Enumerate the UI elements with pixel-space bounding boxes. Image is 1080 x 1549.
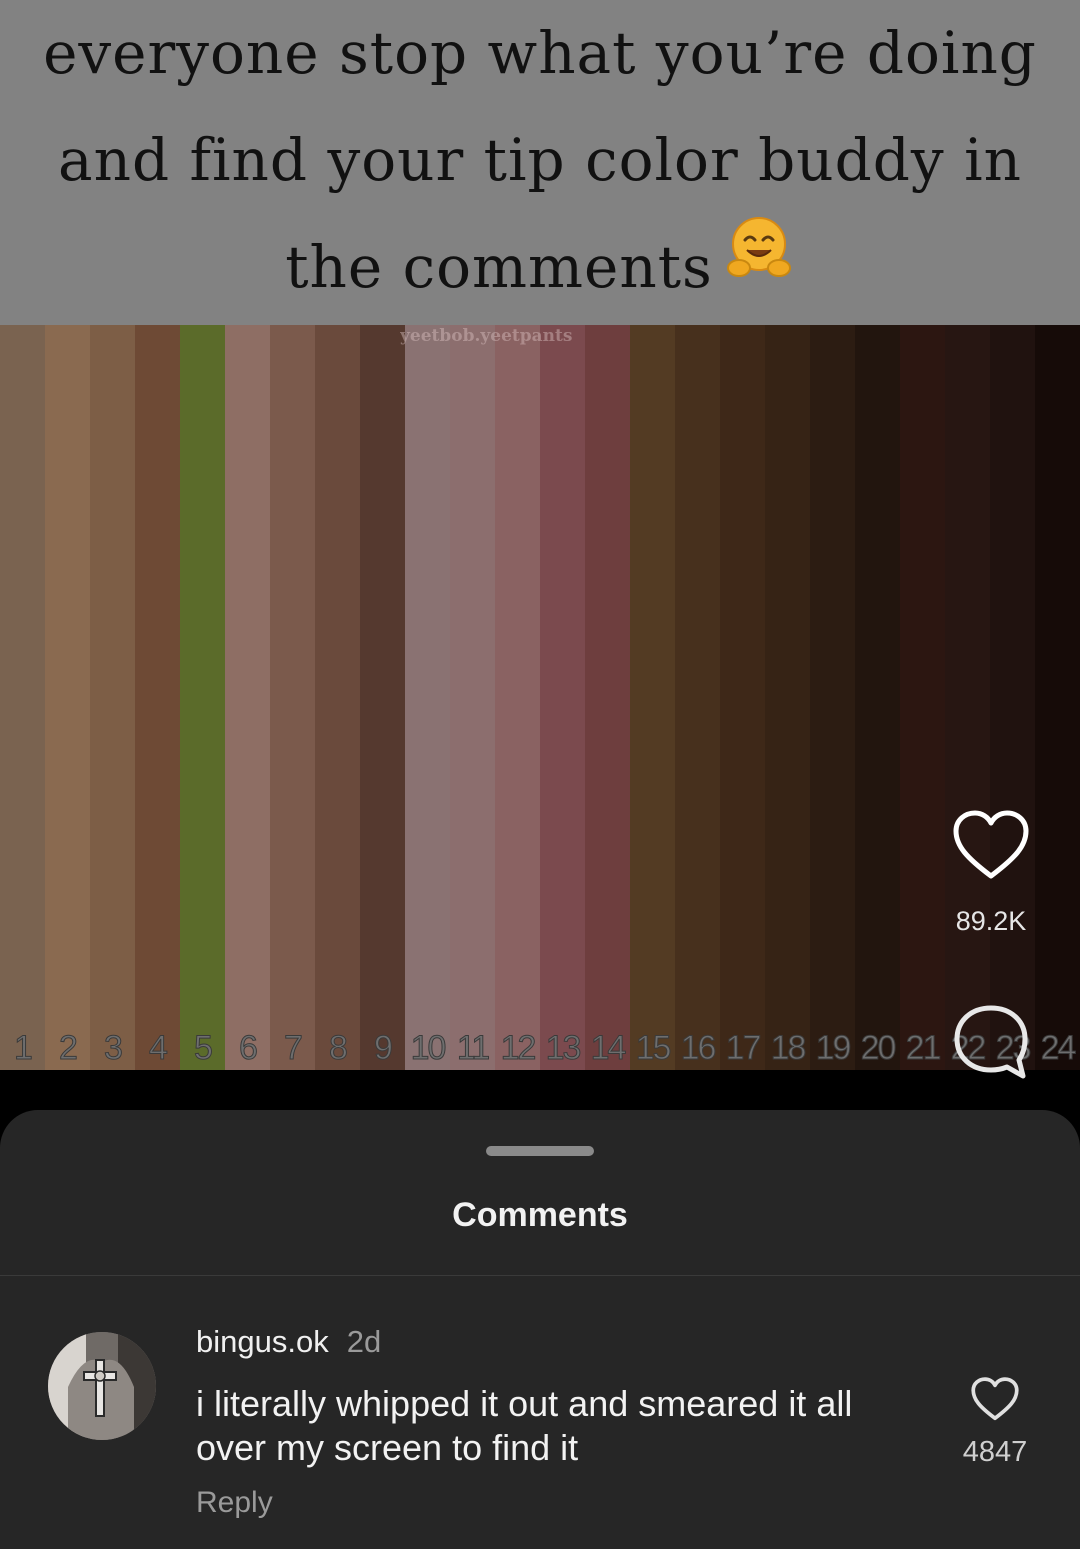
app-screen: everyone stop what you’re doing and find… [0, 0, 1080, 1549]
swatch-number: 1 [14, 1029, 34, 1068]
swatch-number: 11 [456, 1029, 490, 1068]
swatch-20: 20 [855, 325, 900, 1070]
swatch-number: 7 [284, 1029, 304, 1068]
comment-like-button[interactable]: 4847 [950, 1376, 1040, 1469]
swatch-number: 10 [410, 1029, 447, 1068]
swatch-number: 12 [500, 1029, 537, 1068]
comment-timestamp: 2d [346, 1324, 382, 1359]
post-caption: everyone stop what you’re doing and find… [40, 0, 1040, 321]
watermark: yeetbob.yeetpants [400, 326, 573, 346]
swatch-number: 3 [104, 1029, 124, 1068]
swatch-8: 8 [315, 325, 360, 1070]
caption-band: everyone stop what you’re doing and find… [0, 0, 1080, 325]
swatch-19: 19 [810, 325, 855, 1070]
swatch-number: 15 [635, 1029, 672, 1068]
comment-username[interactable]: bingus.ok [196, 1324, 329, 1359]
comment-text: i literally whipped it out and smeared i… [196, 1383, 853, 1468]
swatch-3: 3 [90, 325, 135, 1070]
swatch-15: 15 [630, 325, 675, 1070]
swatch-23: 23 [990, 325, 1035, 1070]
swatch-10: 10 [405, 325, 450, 1070]
post-image[interactable]: everyone stop what you’re doing and find… [0, 0, 1080, 1070]
heart-icon [946, 808, 1036, 882]
swatch-2: 2 [45, 325, 90, 1070]
swatch-12: 12 [495, 325, 540, 1070]
comment-like-count: 4847 [962, 1436, 1028, 1468]
swatch-number: 6 [239, 1029, 259, 1068]
comment-button[interactable] [946, 1000, 1036, 1090]
swatch-7: 7 [270, 325, 315, 1070]
swatch-11: 11 [450, 325, 495, 1070]
tip-color-swatches: 1 2 3 4 5 6 7 8 9 10 11 12 13 14 15 16 17 18 19 20 21 22 23 24 [0, 325, 1080, 1070]
swatch-6: 6 [225, 325, 270, 1070]
swatch-number: 13 [545, 1029, 582, 1068]
swatch-24: 24 [1035, 325, 1080, 1070]
swatch-number: 21 [905, 1029, 942, 1068]
like-button[interactable]: 89.2K [946, 808, 1036, 958]
comment-header: bingus.ok 2d [196, 1324, 381, 1360]
swatch-number: 8 [329, 1029, 349, 1068]
swatch-17: 17 [720, 325, 765, 1070]
swatch-1: 1 [0, 325, 45, 1070]
swatch-21: 21 [900, 325, 945, 1070]
swatch-number: 9 [374, 1029, 394, 1068]
swatch-number: 5 [194, 1029, 214, 1068]
swatch-number: 16 [680, 1029, 717, 1068]
swatch-13: 13 [540, 325, 585, 1070]
swatch-16: 16 [675, 325, 720, 1070]
avatar[interactable] [48, 1332, 156, 1440]
heart-icon [950, 1376, 1040, 1422]
sheet-title: Comments [452, 1196, 628, 1234]
swatch-18: 18 [765, 325, 810, 1070]
swatch-14: 14 [585, 325, 630, 1070]
reply-button[interactable]: Reply [196, 1486, 273, 1520]
comment-bubble-icon [946, 1000, 1036, 1084]
like-count: 89.2K [955, 906, 1027, 936]
sheet-grabber[interactable] [486, 1146, 594, 1156]
swatch-number: 14 [590, 1029, 627, 1068]
swatch-22: 22 [945, 325, 990, 1070]
swatch-9: 9 [360, 325, 405, 1070]
swatch-number: 2 [59, 1029, 79, 1068]
swatch-number: 20 [860, 1029, 897, 1068]
comments-sheet: Comments bingus.ok 2d i literally whipped… [0, 1110, 1080, 1549]
swatch-5: 5 [180, 325, 225, 1070]
swatch-number: 19 [815, 1029, 852, 1068]
hugging-face-emoji [723, 211, 795, 318]
swatch-number: 4 [149, 1029, 169, 1068]
swatch-number: 17 [725, 1029, 762, 1068]
comment-item: bingus.ok 2d i literally whipped it out a… [0, 1276, 1080, 1549]
swatch-number: 24 [1040, 1029, 1077, 1068]
swatch-number: 18 [770, 1029, 807, 1068]
swatch-4: 4 [135, 325, 180, 1070]
